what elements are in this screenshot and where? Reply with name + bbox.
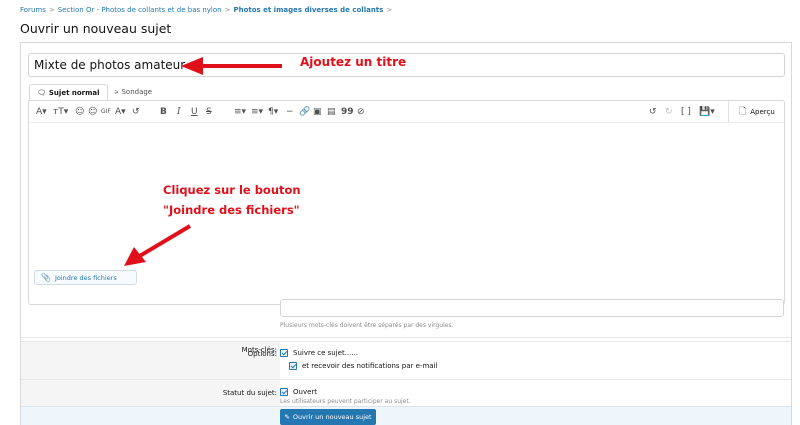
breadcrumb: Forums > Section Or - Photos de collants e… bbox=[20, 6, 395, 14]
spoiler-icon[interactable]: ⊘ bbox=[357, 105, 365, 119]
options-label: Options: bbox=[247, 350, 277, 358]
bbcode-toggle-icon[interactable]: [ ] bbox=[681, 105, 691, 119]
attach-files-label: Joindre des fichiers bbox=[54, 273, 117, 282]
thread-status-hint: Les utilisateurs peuvent participer au s… bbox=[280, 398, 411, 405]
divider bbox=[21, 337, 791, 338]
breadcrumb-separator: > bbox=[386, 6, 393, 14]
divider bbox=[21, 341, 791, 342]
text-color-icon[interactable]: A▾ bbox=[36, 105, 47, 119]
breadcrumb-link-current[interactable]: Photos et images diverses de collants bbox=[233, 6, 383, 14]
underline-icon[interactable]: U bbox=[191, 105, 198, 119]
attach-files-button[interactable]: 📎 Joindre des fichiers bbox=[34, 270, 137, 285]
font-style-icon[interactable]: A▾ bbox=[115, 105, 126, 119]
comments-icon: 🗨 bbox=[37, 89, 46, 97]
align-icon[interactable]: ≡▾ bbox=[251, 105, 263, 119]
breadcrumb-separator: > bbox=[48, 6, 55, 14]
tab-label: Sondage bbox=[121, 88, 153, 96]
keywords-hint: Plusieurs mots-clés doivent être séparés… bbox=[280, 322, 454, 329]
gif-icon[interactable]: GIF bbox=[101, 105, 111, 119]
preview-button[interactable]: 🗋 Aperçu bbox=[728, 101, 784, 122]
submit-new-thread-button[interactable]: ✎ Ouvrir un nouveau sujet bbox=[280, 409, 376, 425]
undo-formatting-icon[interactable]: ↺ bbox=[132, 105, 140, 119]
editor-toolbar: A▾ ᴛT▾ ☺ ☺ GIF A▾ ↺ B I U S ≡▾ ≡▾ ¶▾ − 🔗… bbox=[29, 101, 784, 123]
paperclip-icon: 📎 bbox=[41, 273, 51, 282]
media-icon[interactable]: ▤ bbox=[327, 105, 336, 119]
document-icon: 🗋 bbox=[739, 106, 747, 117]
annotation-attach-hint: Cliquez sur le bouton "Joindre des fichi… bbox=[163, 180, 301, 220]
tab-poll[interactable]: ⪩ Sondage bbox=[108, 84, 160, 101]
breadcrumb-link-section[interactable]: Section Or - Photos de collants et de ba… bbox=[58, 6, 222, 14]
preview-label: Aperçu bbox=[750, 107, 775, 116]
checkbox-checked-icon[interactable] bbox=[280, 349, 288, 357]
watch-thread-checkbox[interactable]: Suivre ce sujet...... bbox=[280, 349, 358, 357]
keywords-input[interactable] bbox=[280, 299, 784, 317]
checkbox-checked-icon[interactable] bbox=[280, 388, 288, 396]
list-icon[interactable]: ≡▾ bbox=[234, 105, 246, 119]
link-icon[interactable]: 🔗 bbox=[299, 105, 310, 119]
italic-icon[interactable]: I bbox=[177, 105, 181, 119]
bar-chart-icon: ⪩ bbox=[114, 88, 119, 96]
submit-label: Ouvrir un nouveau sujet bbox=[292, 413, 372, 421]
watch-thread-label: Suivre ce sujet...... bbox=[293, 349, 359, 357]
page-title: Ouvrir un nouveau sujet bbox=[20, 21, 172, 36]
emoji-icon[interactable]: ☺ bbox=[88, 105, 97, 119]
breadcrumb-separator: > bbox=[224, 6, 231, 14]
horizontal-rule-icon[interactable]: − bbox=[286, 105, 294, 119]
redo-icon[interactable]: ↻ bbox=[665, 105, 673, 119]
email-notify-label: et recevoir des notifications par e-mail bbox=[302, 362, 438, 370]
annotation-title-hint: Ajoutez un titre bbox=[300, 55, 407, 69]
strikethrough-icon[interactable]: S bbox=[206, 105, 212, 119]
drafts-icon[interactable]: 💾▾ bbox=[699, 105, 715, 119]
undo-icon[interactable]: ↺ bbox=[649, 105, 657, 119]
tab-label: Sujet normal bbox=[48, 89, 100, 97]
new-thread-form: Mixte de photos amateur 🗨 Sujet normal ⪩… bbox=[20, 42, 792, 425]
bold-icon[interactable]: B bbox=[160, 105, 167, 119]
divider bbox=[21, 379, 791, 380]
breadcrumb-link-forums[interactable]: Forums bbox=[20, 6, 46, 14]
checkbox-checked-icon[interactable] bbox=[289, 362, 297, 370]
tab-normal-thread[interactable]: 🗨 Sujet normal bbox=[29, 84, 108, 101]
thread-type-tabs: 🗨 Sujet normal ⪩ Sondage bbox=[29, 84, 159, 101]
paragraph-icon[interactable]: ¶▾ bbox=[268, 105, 278, 119]
email-notify-checkbox[interactable]: et recevoir des notifications par e-mail bbox=[289, 362, 437, 370]
thread-status-label: Statut du sujet: bbox=[222, 389, 277, 397]
rich-text-editor[interactable]: A▾ ᴛT▾ ☺ ☺ GIF A▾ ↺ B I U S ≡▾ ≡▾ ¶▾ − 🔗… bbox=[28, 100, 785, 305]
image-icon[interactable]: ▣ bbox=[313, 105, 322, 119]
smilie-icon[interactable]: ☺ bbox=[75, 105, 84, 119]
quote-icon[interactable]: 99 bbox=[341, 105, 354, 119]
font-size-icon[interactable]: ᴛT▾ bbox=[53, 105, 68, 119]
thread-open-label: Ouvert bbox=[293, 388, 318, 396]
annotation-attach-line1: Cliquez sur le bouton bbox=[163, 183, 301, 197]
annotation-attach-line2: "Joindre des fichiers" bbox=[163, 203, 300, 217]
thread-open-checkbox[interactable]: Ouvert bbox=[280, 388, 317, 396]
thread-title-input[interactable]: Mixte de photos amateur bbox=[28, 53, 785, 77]
submit-bar: ✎ Ouvrir un nouveau sujet bbox=[21, 406, 791, 425]
edit-icon: ✎ bbox=[284, 413, 290, 421]
